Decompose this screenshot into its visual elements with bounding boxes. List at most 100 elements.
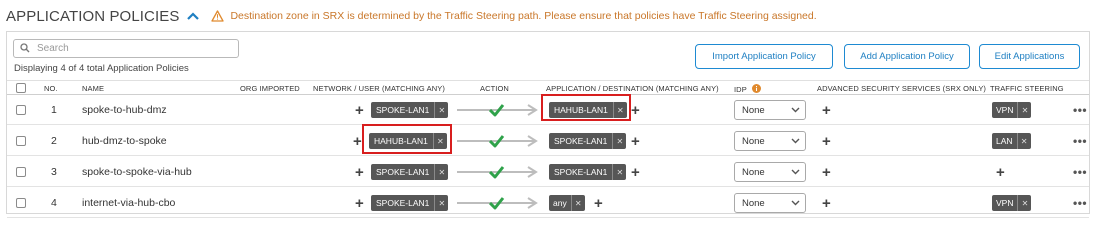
chevron-up-icon[interactable] — [185, 8, 201, 24]
remove-tag-icon[interactable]: ✕ — [1016, 133, 1031, 149]
edit-applications-button[interactable]: Edit Applications — [979, 44, 1080, 69]
application-tag: SPOKE-LAN1 ✕ — [549, 126, 627, 156]
allow-arrow-check-icon[interactable] — [456, 126, 538, 156]
more-horizontal-icon[interactable]: ••• — [1073, 188, 1087, 218]
network-tag-label: SPOKE-LAN1 — [376, 198, 430, 208]
search-input[interactable] — [37, 43, 227, 54]
allow-arrow-check-icon[interactable] — [456, 157, 538, 187]
column-traffic-steering: TRAFFIC STEERING — [990, 84, 1064, 93]
traffic-steering-tag: LAN ✕ — [992, 126, 1031, 156]
idp-select-value: None — [742, 135, 765, 147]
add-advanced-security-button[interactable]: + — [822, 126, 831, 156]
more-horizontal-icon[interactable]: ••• — [1073, 157, 1087, 187]
page-title: APPLICATION POLICIES — [6, 7, 180, 25]
traffic-steering-label: LAN — [996, 136, 1013, 146]
row-number: 2 — [51, 135, 57, 147]
traffic-steering-tag: VPN ✕ — [992, 188, 1032, 218]
add-application-button[interactable]: + — [631, 126, 640, 156]
row-checkbox[interactable] — [16, 157, 26, 187]
table-row[interactable]: 1 spoke-to-hub-dmz + SPOKE-LAN1 ✕ HAHUB-L… — [7, 95, 1089, 125]
add-network-button[interactable]: + — [353, 126, 362, 156]
policy-name[interactable]: spoke-to-spoke-via-hub — [82, 157, 192, 187]
add-network-button[interactable]: + — [355, 157, 364, 187]
application-tag: HAHUB-LAN1 ✕ — [549, 95, 627, 125]
traffic-steering-tag: VPN ✕ — [992, 95, 1032, 125]
network-tag: HAHUB-LAN1 ✕ — [369, 126, 447, 156]
add-advanced-security-button[interactable]: + — [822, 157, 831, 187]
add-advanced-security-button[interactable]: + — [822, 95, 831, 125]
allow-arrow-check-icon[interactable] — [456, 188, 538, 218]
remove-tag-icon[interactable]: ✕ — [434, 164, 448, 180]
add-network-button[interactable]: + — [355, 95, 364, 125]
application-tag-label: any — [553, 198, 567, 208]
chevron-down-icon — [791, 169, 800, 175]
table-row[interactable]: 2 hub-dmz-to-spoke + HAHUB-LAN1 ✕ SPOKE-L… — [7, 126, 1089, 156]
application-tag-label: SPOKE-LAN1 — [554, 167, 608, 177]
idp-select-value: None — [742, 166, 765, 178]
policies-panel: Displaying 4 of 4 total Application Poli… — [6, 31, 1090, 218]
remove-tag-icon[interactable]: ✕ — [432, 133, 447, 149]
select-all-checkbox[interactable] — [16, 83, 26, 93]
add-network-button[interactable]: + — [355, 188, 364, 218]
allow-arrow-check-icon[interactable] — [456, 95, 538, 125]
search-box[interactable] — [13, 39, 239, 58]
policy-name[interactable]: spoke-to-hub-dmz — [82, 95, 167, 125]
traffic-steering-label: VPN — [996, 105, 1014, 115]
chevron-down-icon — [791, 200, 800, 206]
row-checkbox[interactable] — [16, 188, 26, 218]
policy-name[interactable]: hub-dmz-to-spoke — [82, 126, 167, 156]
search-icon — [20, 40, 30, 58]
column-idp-label: IDP — [734, 85, 747, 94]
chevron-down-icon — [791, 138, 800, 144]
add-advanced-security-button[interactable]: + — [822, 188, 831, 218]
more-horizontal-icon[interactable]: ••• — [1073, 95, 1087, 125]
column-action: ACTION — [480, 84, 509, 93]
remove-tag-icon[interactable]: ✕ — [570, 195, 585, 211]
remove-tag-icon[interactable]: ✕ — [434, 195, 448, 211]
row-checkbox[interactable] — [16, 95, 26, 125]
warning-text: Destination zone in SRX is determined by… — [230, 10, 817, 22]
network-tag-label: HAHUB-LAN1 — [374, 136, 428, 146]
traffic-steering-label: VPN — [996, 198, 1014, 208]
idp-select-value: None — [742, 104, 765, 116]
more-horizontal-icon[interactable]: ••• — [1073, 126, 1087, 156]
column-advanced-security: ADVANCED SECURITY SERVICES (SRX ONLY) — [817, 84, 987, 93]
add-application-button[interactable]: + — [631, 95, 640, 125]
idp-select[interactable]: None — [734, 157, 806, 187]
policy-name[interactable]: internet-via-hub-cbo — [82, 188, 175, 218]
remove-tag-icon[interactable]: ✕ — [1017, 195, 1031, 211]
import-application-policy-button[interactable]: Import Application Policy — [695, 44, 833, 69]
application-tag: any ✕ — [549, 188, 585, 218]
column-idp: IDP — [734, 84, 761, 95]
remove-tag-icon[interactable]: ✕ — [612, 133, 626, 149]
column-org-imported: ORG IMPORTED — [240, 84, 300, 93]
application-tag-label: SPOKE-LAN1 — [554, 136, 608, 146]
warning-banner: Destination zone in SRX is determined by… — [211, 10, 817, 22]
network-tag: SPOKE-LAN1 ✕ — [371, 188, 449, 218]
row-checkbox[interactable] — [16, 126, 26, 156]
idp-select[interactable]: None — [734, 95, 806, 125]
remove-tag-icon[interactable]: ✕ — [434, 102, 448, 118]
info-icon[interactable] — [751, 84, 761, 95]
remove-tag-icon[interactable]: ✕ — [612, 164, 626, 180]
network-tag: SPOKE-LAN1 ✕ — [371, 157, 449, 187]
row-number: 3 — [51, 166, 57, 178]
column-application: APPLICATION / DESTINATION (MATCHING ANY) — [546, 84, 719, 93]
row-number: 4 — [51, 197, 57, 209]
column-name[interactable]: NAME — [82, 84, 104, 93]
table-row[interactable]: 4 internet-via-hub-cbo + SPOKE-LAN1 ✕ any… — [7, 188, 1089, 218]
idp-select[interactable]: None — [734, 188, 806, 218]
idp-select[interactable]: None — [734, 126, 806, 156]
remove-tag-icon[interactable]: ✕ — [1017, 102, 1031, 118]
page-header: APPLICATION POLICIES Destination zone in… — [6, 6, 817, 26]
add-application-button[interactable]: + — [594, 188, 603, 218]
column-no[interactable]: NO. — [44, 84, 58, 93]
table-row[interactable]: 3 spoke-to-spoke-via-hub + SPOKE-LAN1 ✕ S… — [7, 157, 1089, 187]
network-tag-label: SPOKE-LAN1 — [376, 105, 430, 115]
add-traffic-steering-button[interactable]: + — [996, 157, 1005, 187]
warning-triangle-icon — [211, 10, 225, 22]
add-application-button[interactable]: + — [631, 157, 640, 187]
row-number: 1 — [51, 104, 57, 116]
add-application-policy-button[interactable]: Add Application Policy — [844, 44, 970, 69]
remove-tag-icon[interactable]: ✕ — [612, 102, 627, 118]
